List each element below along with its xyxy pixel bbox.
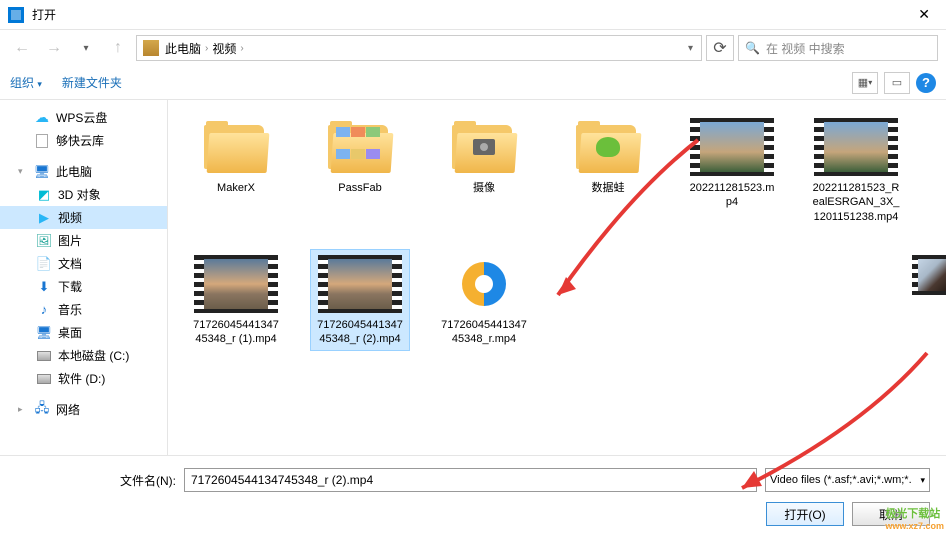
folder-datawa[interactable]: 数据蛙 bbox=[558, 112, 658, 229]
caret-icon[interactable]: ▸ bbox=[18, 404, 28, 415]
bottom-panel: 文件名(N): Video files (*.asf;*.avi;*.wm;*.… bbox=[0, 455, 946, 538]
video-thumb-icon bbox=[318, 255, 402, 313]
caret-icon[interactable]: ▾ bbox=[18, 166, 28, 177]
sidebar-item-desktop[interactable]: 🖥桌面 bbox=[0, 321, 167, 344]
file-video-2[interactable]: 202211281523_RealESRGAN_3X_1201151238.mp… bbox=[806, 112, 906, 229]
file-video-r[interactable]: 7172604544134745348_r.mp4 bbox=[434, 249, 534, 352]
sidebar-item-3d[interactable]: ◩3D 对象 bbox=[0, 183, 167, 206]
disk-icon bbox=[36, 371, 52, 387]
filename-input[interactable] bbox=[184, 468, 757, 492]
sidebar-item-network[interactable]: ▸🖧网络 bbox=[0, 398, 167, 421]
close-button[interactable]: ✕ bbox=[910, 6, 938, 23]
sidebar-item-downloads[interactable]: ⬇下载 bbox=[0, 275, 167, 298]
file-label: 202211281523.mp4 bbox=[687, 181, 777, 210]
search-input[interactable]: 🔍 在 视频 中搜索 bbox=[738, 35, 938, 61]
app-icon bbox=[8, 7, 24, 23]
desktop-icon: 🖥 bbox=[36, 325, 52, 341]
breadcrumb-item[interactable]: 此电脑 bbox=[165, 40, 201, 57]
location-icon bbox=[143, 40, 159, 56]
cloud-icon: ☁ bbox=[34, 110, 50, 126]
preview-pane-button[interactable]: ▭ bbox=[884, 72, 910, 94]
file-label: 数据蛙 bbox=[592, 181, 625, 195]
pc-icon: 🖥 bbox=[34, 164, 50, 180]
watermark: 极光下载站 www.xz7.com bbox=[885, 505, 944, 531]
video-thumb-icon bbox=[814, 118, 898, 176]
breadcrumb-item[interactable]: 视频 bbox=[212, 40, 236, 57]
open-button[interactable]: 打开(O) bbox=[766, 502, 844, 526]
back-button[interactable]: ← bbox=[8, 34, 36, 62]
file-label: MakerX bbox=[217, 181, 255, 195]
recent-dropdown[interactable]: ▾ bbox=[72, 34, 100, 62]
folder-icon bbox=[326, 121, 394, 173]
app-icon bbox=[452, 256, 516, 312]
folder-icon bbox=[574, 121, 642, 173]
download-icon: ⬇ bbox=[36, 279, 52, 295]
sidebar-item-disk-d[interactable]: 软件 (D:) bbox=[0, 367, 167, 390]
folder-icon bbox=[202, 121, 270, 173]
titlebar: 打开 ✕ bbox=[0, 0, 946, 30]
file-label: 摄像 bbox=[473, 181, 495, 195]
filetype-select[interactable]: Video files (*.asf;*.avi;*.wm;*.▾ bbox=[765, 468, 930, 492]
sidebar-item-documents[interactable]: 📄文档 bbox=[0, 252, 167, 275]
address-bar[interactable]: 此电脑 › 视频 › ▾ bbox=[136, 35, 702, 61]
picture-icon: 🖼 bbox=[36, 233, 52, 249]
up-button[interactable]: ↑ bbox=[104, 34, 132, 62]
sidebar-item-music[interactable]: ♪音乐 bbox=[0, 298, 167, 321]
navbar: ← → ▾ ↑ 此电脑 › 视频 › ▾ ⟳ 🔍 在 视频 中搜索 bbox=[0, 30, 946, 66]
help-button[interactable]: ? bbox=[916, 73, 936, 93]
video-icon: ▶ bbox=[36, 210, 52, 226]
disk-icon bbox=[36, 348, 52, 364]
file-label: 7172604544134745348_r (2).mp4 bbox=[315, 318, 405, 347]
folder-passfab[interactable]: PassFab bbox=[310, 112, 410, 229]
sidebar-item-wps-cloud[interactable]: ☁WPS云盘 bbox=[0, 106, 167, 129]
edge-thumb[interactable] bbox=[912, 255, 946, 295]
file-grid: MakerX PassFab 摄像 数据蛙 202211281523.mp4 2 bbox=[186, 112, 928, 351]
music-icon: ♪ bbox=[36, 302, 52, 318]
main: ☁WPS云盘 够快云库 ▾🖥此电脑 ◩3D 对象 ▶视频 🖼图片 📄文档 ⬇下载… bbox=[0, 100, 946, 455]
file-label: 7172604544134745348_r (1).mp4 bbox=[191, 318, 281, 347]
chevron-down-icon: ▾ bbox=[920, 475, 925, 486]
document-icon: 📄 bbox=[36, 256, 52, 272]
organize-menu[interactable]: 组织 ▾ bbox=[10, 74, 42, 91]
new-folder-button[interactable]: 新建文件夹 bbox=[62, 74, 122, 91]
search-placeholder: 在 视频 中搜索 bbox=[766, 40, 845, 57]
sidebar-item-this-pc[interactable]: ▾🖥此电脑 bbox=[0, 160, 167, 183]
network-icon: 🖧 bbox=[34, 402, 50, 418]
sidebar: ☁WPS云盘 够快云库 ▾🖥此电脑 ◩3D 对象 ▶视频 🖼图片 📄文档 ⬇下载… bbox=[0, 100, 168, 455]
breadcrumb: 此电脑 › 视频 › bbox=[165, 40, 244, 57]
toolbar: 组织 ▾ 新建文件夹 ▦ ▾ ▭ ? bbox=[0, 66, 946, 100]
sidebar-item-disk-c[interactable]: 本地磁盘 (C:) bbox=[0, 344, 167, 367]
content-pane[interactable]: MakerX PassFab 摄像 数据蛙 202211281523.mp4 2 bbox=[168, 100, 946, 455]
video-thumb-icon bbox=[194, 255, 278, 313]
cube-icon: ◩ bbox=[36, 187, 52, 203]
refresh-button[interactable]: ⟳ bbox=[706, 35, 734, 61]
breadcrumb-separator-icon: › bbox=[240, 43, 243, 54]
sidebar-item-pictures[interactable]: 🖼图片 bbox=[0, 229, 167, 252]
folder-icon bbox=[450, 121, 518, 173]
window-title: 打开 bbox=[32, 6, 910, 23]
file-video-r2[interactable]: 7172604544134745348_r (2).mp4 bbox=[310, 249, 410, 352]
forward-button[interactable]: → bbox=[40, 34, 68, 62]
filename-label: 文件名(N): bbox=[120, 472, 176, 489]
folder-camera[interactable]: 摄像 bbox=[434, 112, 534, 229]
file-label: 7172604544134745348_r.mp4 bbox=[439, 318, 529, 347]
file-label: 202211281523_RealESRGAN_3X_1201151238.mp… bbox=[811, 181, 901, 224]
sidebar-item-videos[interactable]: ▶视频 bbox=[0, 206, 167, 229]
address-dropdown-icon[interactable]: ▾ bbox=[686, 43, 695, 54]
file-label: PassFab bbox=[338, 181, 381, 195]
sidebar-item-goukuai[interactable]: 够快云库 bbox=[0, 129, 167, 152]
file-video-1[interactable]: 202211281523.mp4 bbox=[682, 112, 782, 229]
doc-icon bbox=[34, 133, 50, 149]
folder-makerx[interactable]: MakerX bbox=[186, 112, 286, 229]
video-thumb-icon bbox=[912, 255, 946, 295]
search-icon: 🔍 bbox=[745, 41, 760, 55]
file-video-r1[interactable]: 7172604544134745348_r (1).mp4 bbox=[186, 249, 286, 352]
view-mode-button[interactable]: ▦ ▾ bbox=[852, 72, 878, 94]
breadcrumb-separator-icon: › bbox=[205, 43, 208, 54]
video-thumb-icon bbox=[690, 118, 774, 176]
